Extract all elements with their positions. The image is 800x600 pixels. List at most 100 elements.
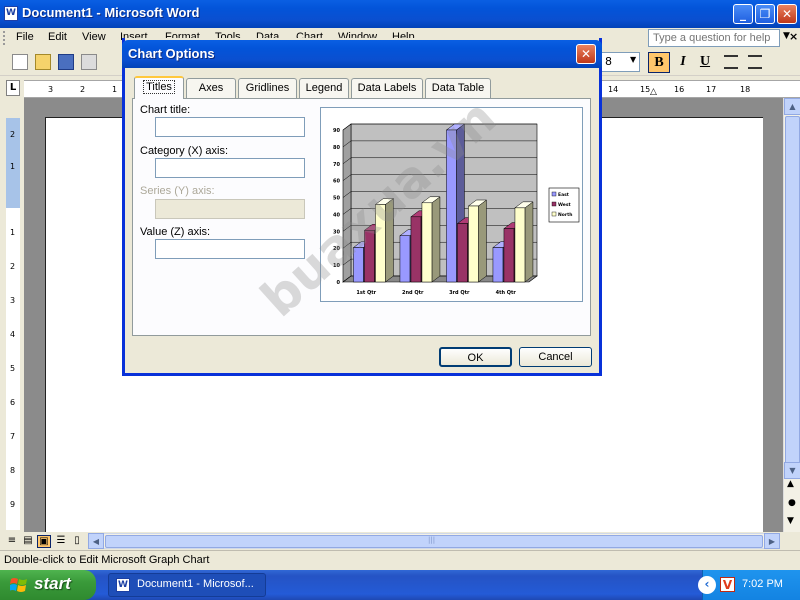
save-disk-icon[interactable] — [58, 54, 74, 70]
window-title: Document1 - Microsoft Word — [22, 5, 200, 20]
chart-bar — [375, 204, 386, 283]
menu-view[interactable]: View — [82, 31, 106, 43]
chart-bar — [503, 228, 515, 283]
chart-y-tick-label: 70 — [333, 162, 340, 168]
vertical-scrollbar[interactable]: ▲ ▼ ▲ ● ▼ — [783, 98, 800, 532]
word-app-icon[interactable]: W — [4, 6, 18, 21]
value-axis-label: Value (Z) axis: — [140, 226, 211, 238]
chart-y-tick-label: 40 — [333, 212, 340, 218]
chart-title-label: Chart title: — [140, 104, 191, 116]
font-size-dropdown-icon[interactable]: ▼ — [630, 55, 636, 64]
category-axis-label: Category (X) axis: — [140, 145, 229, 157]
chart-x-tick-label: 3rd Qtr — [449, 290, 470, 296]
next-page-button[interactable]: ▼ — [787, 516, 794, 526]
chart-bar-side — [385, 197, 394, 283]
ruler-number: 18 — [740, 85, 751, 94]
underline-button[interactable]: U — [694, 52, 716, 73]
tab-data-labels[interactable]: Data Labels — [351, 78, 423, 98]
menu-file[interactable]: File — [16, 31, 34, 43]
ruler-number: 9 — [10, 500, 16, 509]
chart-legend-label: North — [558, 212, 572, 218]
ruler-number: 2 — [10, 130, 16, 139]
chart-bar-side — [478, 199, 487, 283]
new-document-icon[interactable] — [12, 54, 28, 70]
cancel-button[interactable]: Cancel — [519, 347, 592, 367]
ruler-number: 15 — [640, 85, 651, 94]
chart-bar — [399, 235, 411, 283]
series-axis-label: Series (Y) axis: — [140, 185, 215, 197]
scroll-left-button[interactable]: ◀ — [88, 533, 104, 549]
minimize-button[interactable]: _ — [733, 4, 753, 24]
menubar-grip[interactable] — [3, 31, 6, 45]
ruler-number: 17 — [706, 85, 717, 94]
chart-bar — [421, 202, 433, 283]
chart-legend-swatch — [551, 211, 557, 217]
horizontal-scrollbar[interactable]: ◀ ||| ▶ — [88, 533, 780, 549]
align-left-icon[interactable] — [724, 55, 738, 69]
horizontal-scroll-thumb[interactable]: ||| — [105, 535, 763, 548]
ruler-number: 6 — [10, 398, 16, 407]
scroll-right-button[interactable]: ▶ — [764, 533, 780, 549]
tray-app-icon[interactable]: V — [720, 577, 735, 592]
previous-page-button[interactable]: ▲ — [787, 479, 794, 489]
clock[interactable]: 7:02 PM — [742, 578, 783, 590]
chart-y-tick-label: 90 — [333, 128, 340, 134]
chart-preview: 0 10 20 30 40 50 60 70 80 90 1st Qtr 2nd Qtr 3rd Qtr… — [320, 107, 583, 302]
category-axis-input[interactable] — [155, 158, 305, 178]
value-axis-input[interactable] — [155, 239, 305, 259]
chart-legend-label: West — [558, 202, 572, 208]
taskbar-item-document1[interactable]: Document1 - Microsof... — [108, 573, 266, 597]
tab-gridlines[interactable]: Gridlines — [238, 78, 297, 98]
close-window-button[interactable]: ✕ — [777, 4, 797, 24]
tab-data-table[interactable]: Data Table — [425, 78, 491, 98]
dialog-title[interactable]: Chart Options — [122, 40, 602, 68]
indent-marker-icon[interactable]: △ — [650, 87, 657, 97]
web-layout-icon[interactable]: ▤ — [21, 535, 35, 548]
menu-edit[interactable]: Edit — [48, 31, 67, 43]
open-folder-icon[interactable] — [35, 54, 51, 70]
chart-bar — [364, 230, 375, 283]
ruler-number: 1 — [10, 162, 16, 171]
ruler-number: 3 — [48, 85, 54, 94]
permission-icon[interactable] — [81, 54, 97, 70]
dialog-close-button[interactable]: ✕ — [576, 44, 596, 64]
ruler-number: 7 — [10, 432, 16, 441]
scroll-up-button[interactable]: ▲ — [784, 98, 800, 115]
scroll-grip-icon: ||| — [428, 536, 436, 544]
restore-button[interactable]: ❐ — [755, 4, 775, 24]
print-layout-icon[interactable]: ▣ — [37, 535, 51, 548]
chart-title-input[interactable] — [155, 117, 305, 137]
tab-selector[interactable]: L — [6, 80, 20, 96]
tab-titles[interactable]: Titles — [134, 76, 184, 99]
bold-button[interactable]: B — [648, 52, 670, 73]
close-document-button[interactable]: × — [789, 30, 798, 43]
ruler-number: 1 — [112, 85, 118, 94]
tab-axes[interactable]: Axes — [186, 78, 236, 98]
ask-question-input[interactable] — [648, 29, 780, 47]
normal-view-icon[interactable]: ≡ — [5, 535, 19, 548]
ruler-number: 3 — [10, 296, 16, 305]
status-bar: Double-click to Edit Microsoft Graph Cha… — [0, 550, 800, 570]
chart-bar-side — [431, 196, 441, 283]
window-title-bar[interactable]: W Document1 - Microsoft Word _ ❐ ✕ — [0, 0, 800, 28]
chart-y-tick-label: 80 — [333, 145, 340, 151]
series-axis-input — [155, 199, 305, 219]
show-hidden-icons-button[interactable]: ‹ — [698, 576, 716, 594]
reading-layout-icon[interactable]: ▯ — [70, 535, 84, 548]
status-text: Double-click to Edit Microsoft Graph Cha… — [4, 554, 210, 566]
italic-button[interactable]: I — [672, 52, 694, 73]
chart-y-tick-label: 0 — [337, 280, 341, 286]
taskbar: start Document1 - Microsof... W ‹ V 7:02… — [0, 570, 800, 600]
outline-view-icon[interactable]: ☰ — [54, 535, 68, 548]
vertical-scroll-thumb[interactable] — [785, 116, 800, 470]
align-center-icon[interactable] — [748, 55, 762, 69]
ruler-number: 8 — [10, 466, 16, 475]
ok-button[interactable]: OK — [439, 347, 512, 367]
tab-legend[interactable]: Legend — [299, 78, 349, 98]
chart-bar — [457, 223, 468, 283]
ruler-number: 2 — [10, 262, 16, 271]
ruler-number: 2 — [80, 85, 86, 94]
scroll-down-button[interactable]: ▼ — [784, 462, 800, 479]
select-browse-object-button[interactable]: ● — [788, 498, 796, 508]
start-label: start — [34, 574, 71, 593]
